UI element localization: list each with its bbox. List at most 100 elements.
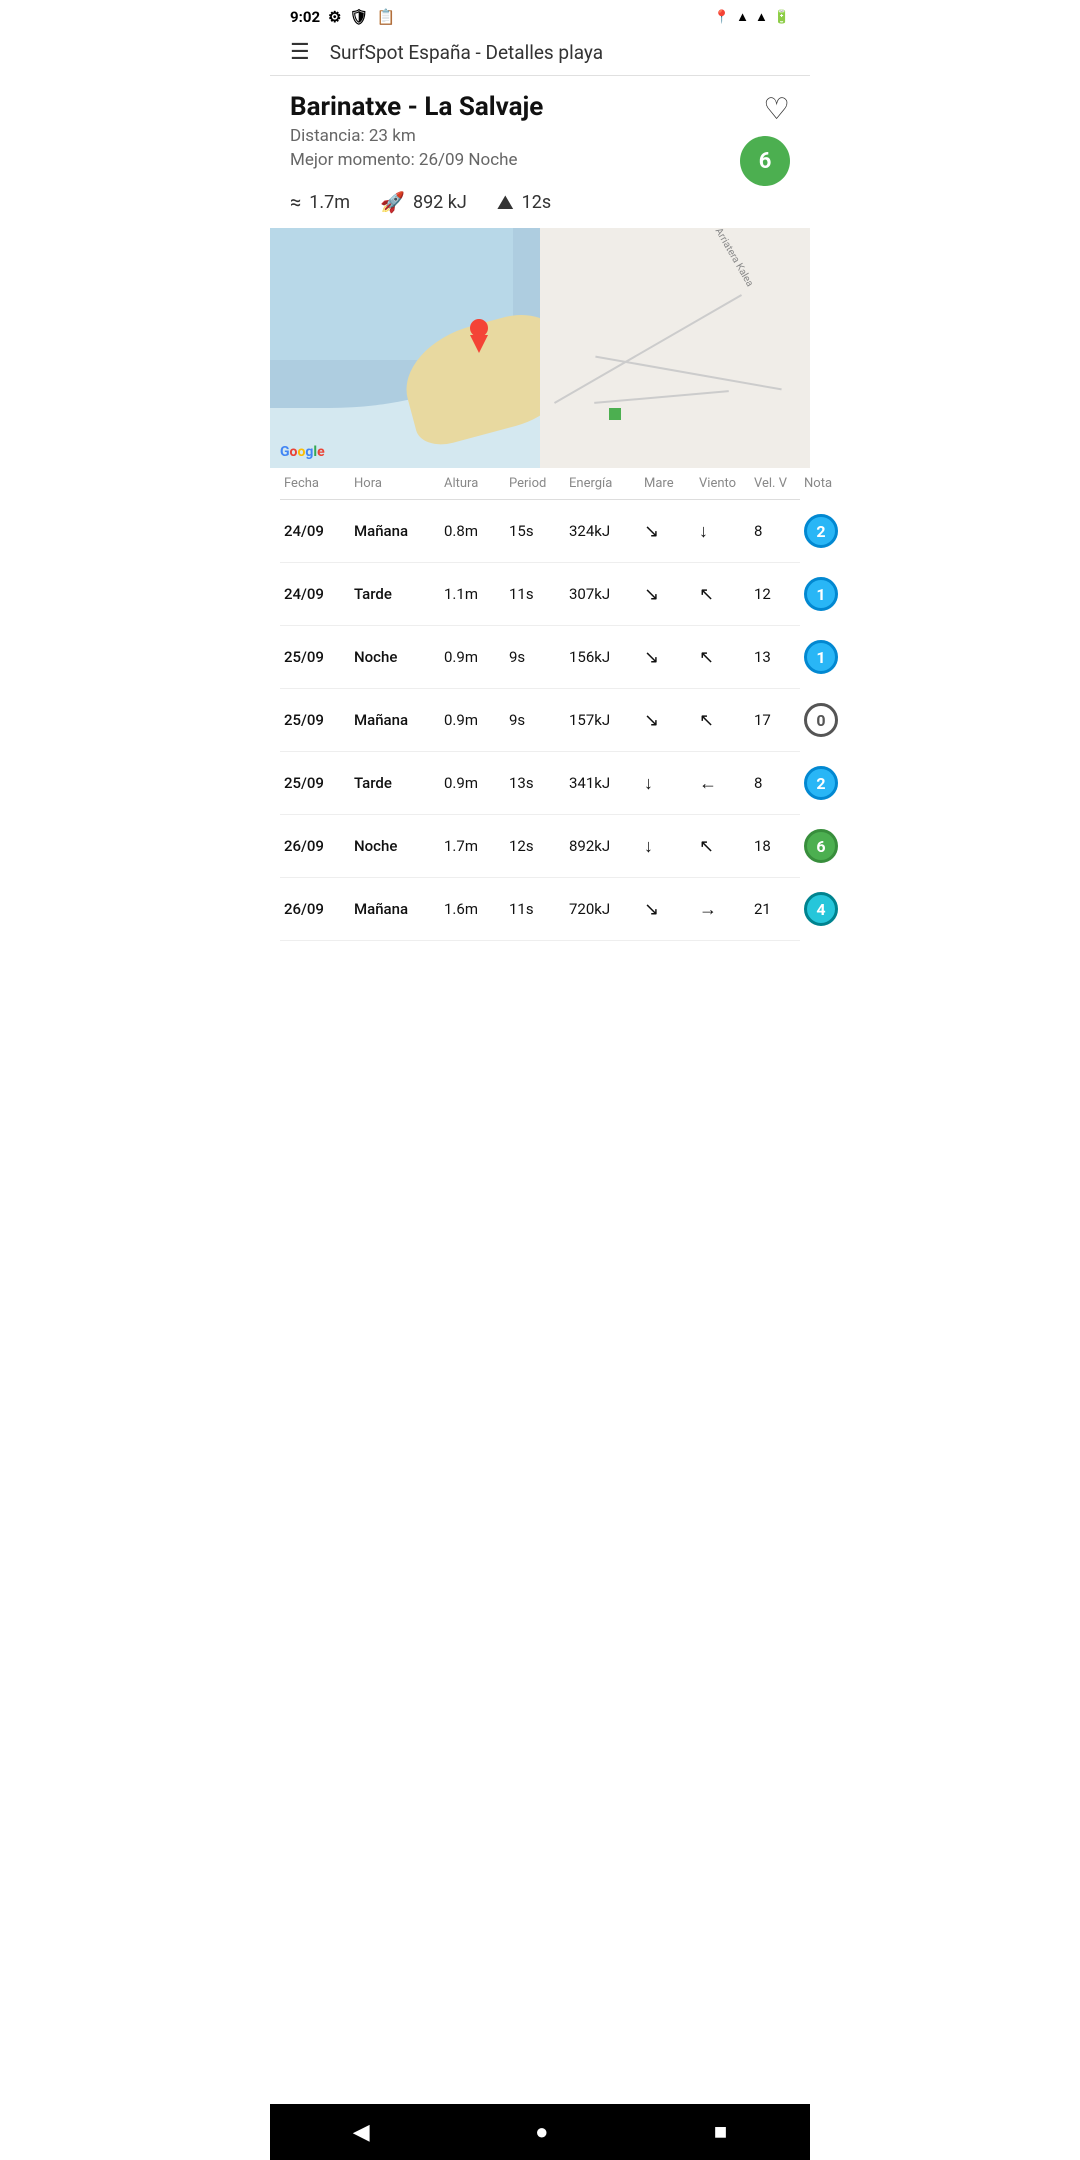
recent-button[interactable]: ■	[714, 2119, 727, 2145]
cell-viento: ↖	[699, 710, 754, 731]
cell-mare: ↘	[644, 521, 699, 542]
back-button[interactable]: ◀	[353, 2120, 370, 2145]
cell-viento: ↖	[699, 584, 754, 605]
cell-period: 9s	[509, 711, 569, 729]
cell-nota: 6	[804, 829, 854, 863]
toolbar-title: SurfSpot España - Detalles playa	[330, 41, 603, 64]
cell-period: 13s	[509, 774, 569, 792]
cell-vel-v: 17	[754, 711, 804, 729]
time-display: 9:02	[290, 8, 320, 26]
rocket-icon: 🚀	[380, 190, 405, 214]
pin-tail	[470, 335, 488, 353]
cell-fecha: 26/09	[284, 900, 354, 918]
cell-hora: Mañana	[354, 900, 444, 918]
cell-hora: Noche	[354, 648, 444, 666]
toolbar: ☰ SurfSpot España - Detalles playa	[270, 30, 810, 76]
period-stat: ⛰ 12s	[497, 190, 551, 214]
battery-icon: 🔋	[774, 10, 790, 25]
cell-period: 12s	[509, 837, 569, 855]
shield-icon: 🛡	[350, 8, 369, 26]
cell-altura: 1.7m	[444, 837, 509, 855]
cell-vel-v: 21	[754, 900, 804, 918]
location-icon: 📍	[714, 10, 730, 25]
table-row: 24/09 Tarde 1.1m 11s 307kJ ↘ ↖ 12 1	[280, 563, 800, 626]
th-mare: Mare	[644, 476, 699, 491]
cell-nota: 1	[804, 640, 854, 674]
map-pin	[470, 319, 488, 353]
table-row: 24/09 Mañana 0.8m 15s 324kJ ↘ ↓ 8 2	[280, 500, 800, 563]
cell-hora: Mañana	[354, 711, 444, 729]
th-nota: Nota	[804, 476, 854, 491]
status-bar: 9:02 ⚙ 🛡 📋 📍 ▲ ▲ 🔋	[270, 0, 810, 30]
th-viento: Viento	[699, 476, 754, 491]
cell-mare: ↘	[644, 899, 699, 920]
cell-fecha: 26/09	[284, 837, 354, 855]
period-value: 12s	[522, 192, 552, 213]
map-green-area	[609, 408, 621, 420]
status-right: 📍 ▲ ▲ 🔋	[714, 9, 790, 25]
cell-altura: 1.1m	[444, 585, 509, 603]
wifi-icon: ▲	[736, 9, 749, 25]
cell-vel-v: 13	[754, 648, 804, 666]
map-container[interactable]: Arriatera Kalea Google	[270, 228, 810, 468]
cell-viento: ←	[699, 773, 754, 794]
cell-hora: Mañana	[354, 522, 444, 540]
cell-vel-v: 12	[754, 585, 804, 603]
table-rows-container: 24/09 Mañana 0.8m 15s 324kJ ↘ ↓ 8 2 24/0…	[280, 500, 800, 941]
cell-vel-v: 8	[754, 774, 804, 792]
favorite-button[interactable]: ♡	[763, 92, 790, 127]
cell-period: 11s	[509, 900, 569, 918]
cell-altura: 0.8m	[444, 522, 509, 540]
map-land	[540, 228, 810, 468]
nota-badge: 2	[804, 766, 838, 800]
stats-row: ≈ 1.7m 🚀 892 kJ ⛰ 12s	[270, 190, 810, 228]
cell-mare: ↘	[644, 710, 699, 731]
nota-badge: 0	[804, 703, 838, 737]
cell-viento: ↓	[699, 521, 754, 542]
status-left: 9:02 ⚙ 🛡 📋	[290, 8, 395, 26]
table-header: Fecha Hora Altura Period Energía Mare Vi…	[280, 468, 800, 500]
mejor-momento: Mejor momento: 26/09 Noche	[290, 150, 790, 170]
cell-viento: ↖	[699, 836, 754, 857]
cell-mare: ↘	[644, 584, 699, 605]
cell-fecha: 25/09	[284, 648, 354, 666]
th-hora: Hora	[354, 476, 444, 491]
table-row: 25/09 Tarde 0.9m 13s 341kJ ↓ ← 8 2	[280, 752, 800, 815]
nota-badge: 1	[804, 640, 838, 674]
cell-fecha: 25/09	[284, 774, 354, 792]
header-info: Barinatxe - La Salvaje Distancia: 23 km …	[270, 76, 810, 190]
cell-nota: 1	[804, 577, 854, 611]
th-altura: Altura	[444, 476, 509, 491]
bottom-nav: ◀ ● ■	[270, 2104, 810, 2160]
wave-stat: ≈ 1.7m	[290, 190, 350, 214]
menu-icon[interactable]: ☰	[290, 40, 310, 65]
cell-viento: ↖	[699, 647, 754, 668]
nota-badge: 6	[804, 829, 838, 863]
table-row: 26/09 Mañana 1.6m 11s 720kJ ↘ → 21 4	[280, 878, 800, 941]
table-row: 25/09 Mañana 0.9m 9s 157kJ ↘ ↖ 17 0	[280, 689, 800, 752]
cell-hora: Tarde	[354, 774, 444, 792]
wave-height: 1.7m	[309, 192, 350, 213]
cell-vel-v: 18	[754, 837, 804, 855]
cell-nota: 0	[804, 703, 854, 737]
cell-altura: 0.9m	[444, 711, 509, 729]
cell-vel-v: 8	[754, 522, 804, 540]
cell-altura: 0.9m	[444, 648, 509, 666]
cell-hora: Noche	[354, 837, 444, 855]
clipboard-icon: 📋	[377, 8, 396, 26]
cell-period: 11s	[509, 585, 569, 603]
cell-energia: 892kJ	[569, 837, 644, 855]
energy-value: 892 kJ	[413, 192, 467, 213]
cell-period: 15s	[509, 522, 569, 540]
cell-viento: →	[699, 899, 754, 920]
cell-altura: 0.9m	[444, 774, 509, 792]
cell-energia: 341kJ	[569, 774, 644, 792]
cell-hora: Tarde	[354, 585, 444, 603]
cell-period: 9s	[509, 648, 569, 666]
cell-altura: 1.6m	[444, 900, 509, 918]
th-period: Period	[509, 476, 569, 491]
home-button[interactable]: ●	[535, 2119, 548, 2145]
cell-nota: 2	[804, 766, 854, 800]
nota-badge: 4	[804, 892, 838, 926]
cell-mare: ↓	[644, 836, 699, 857]
